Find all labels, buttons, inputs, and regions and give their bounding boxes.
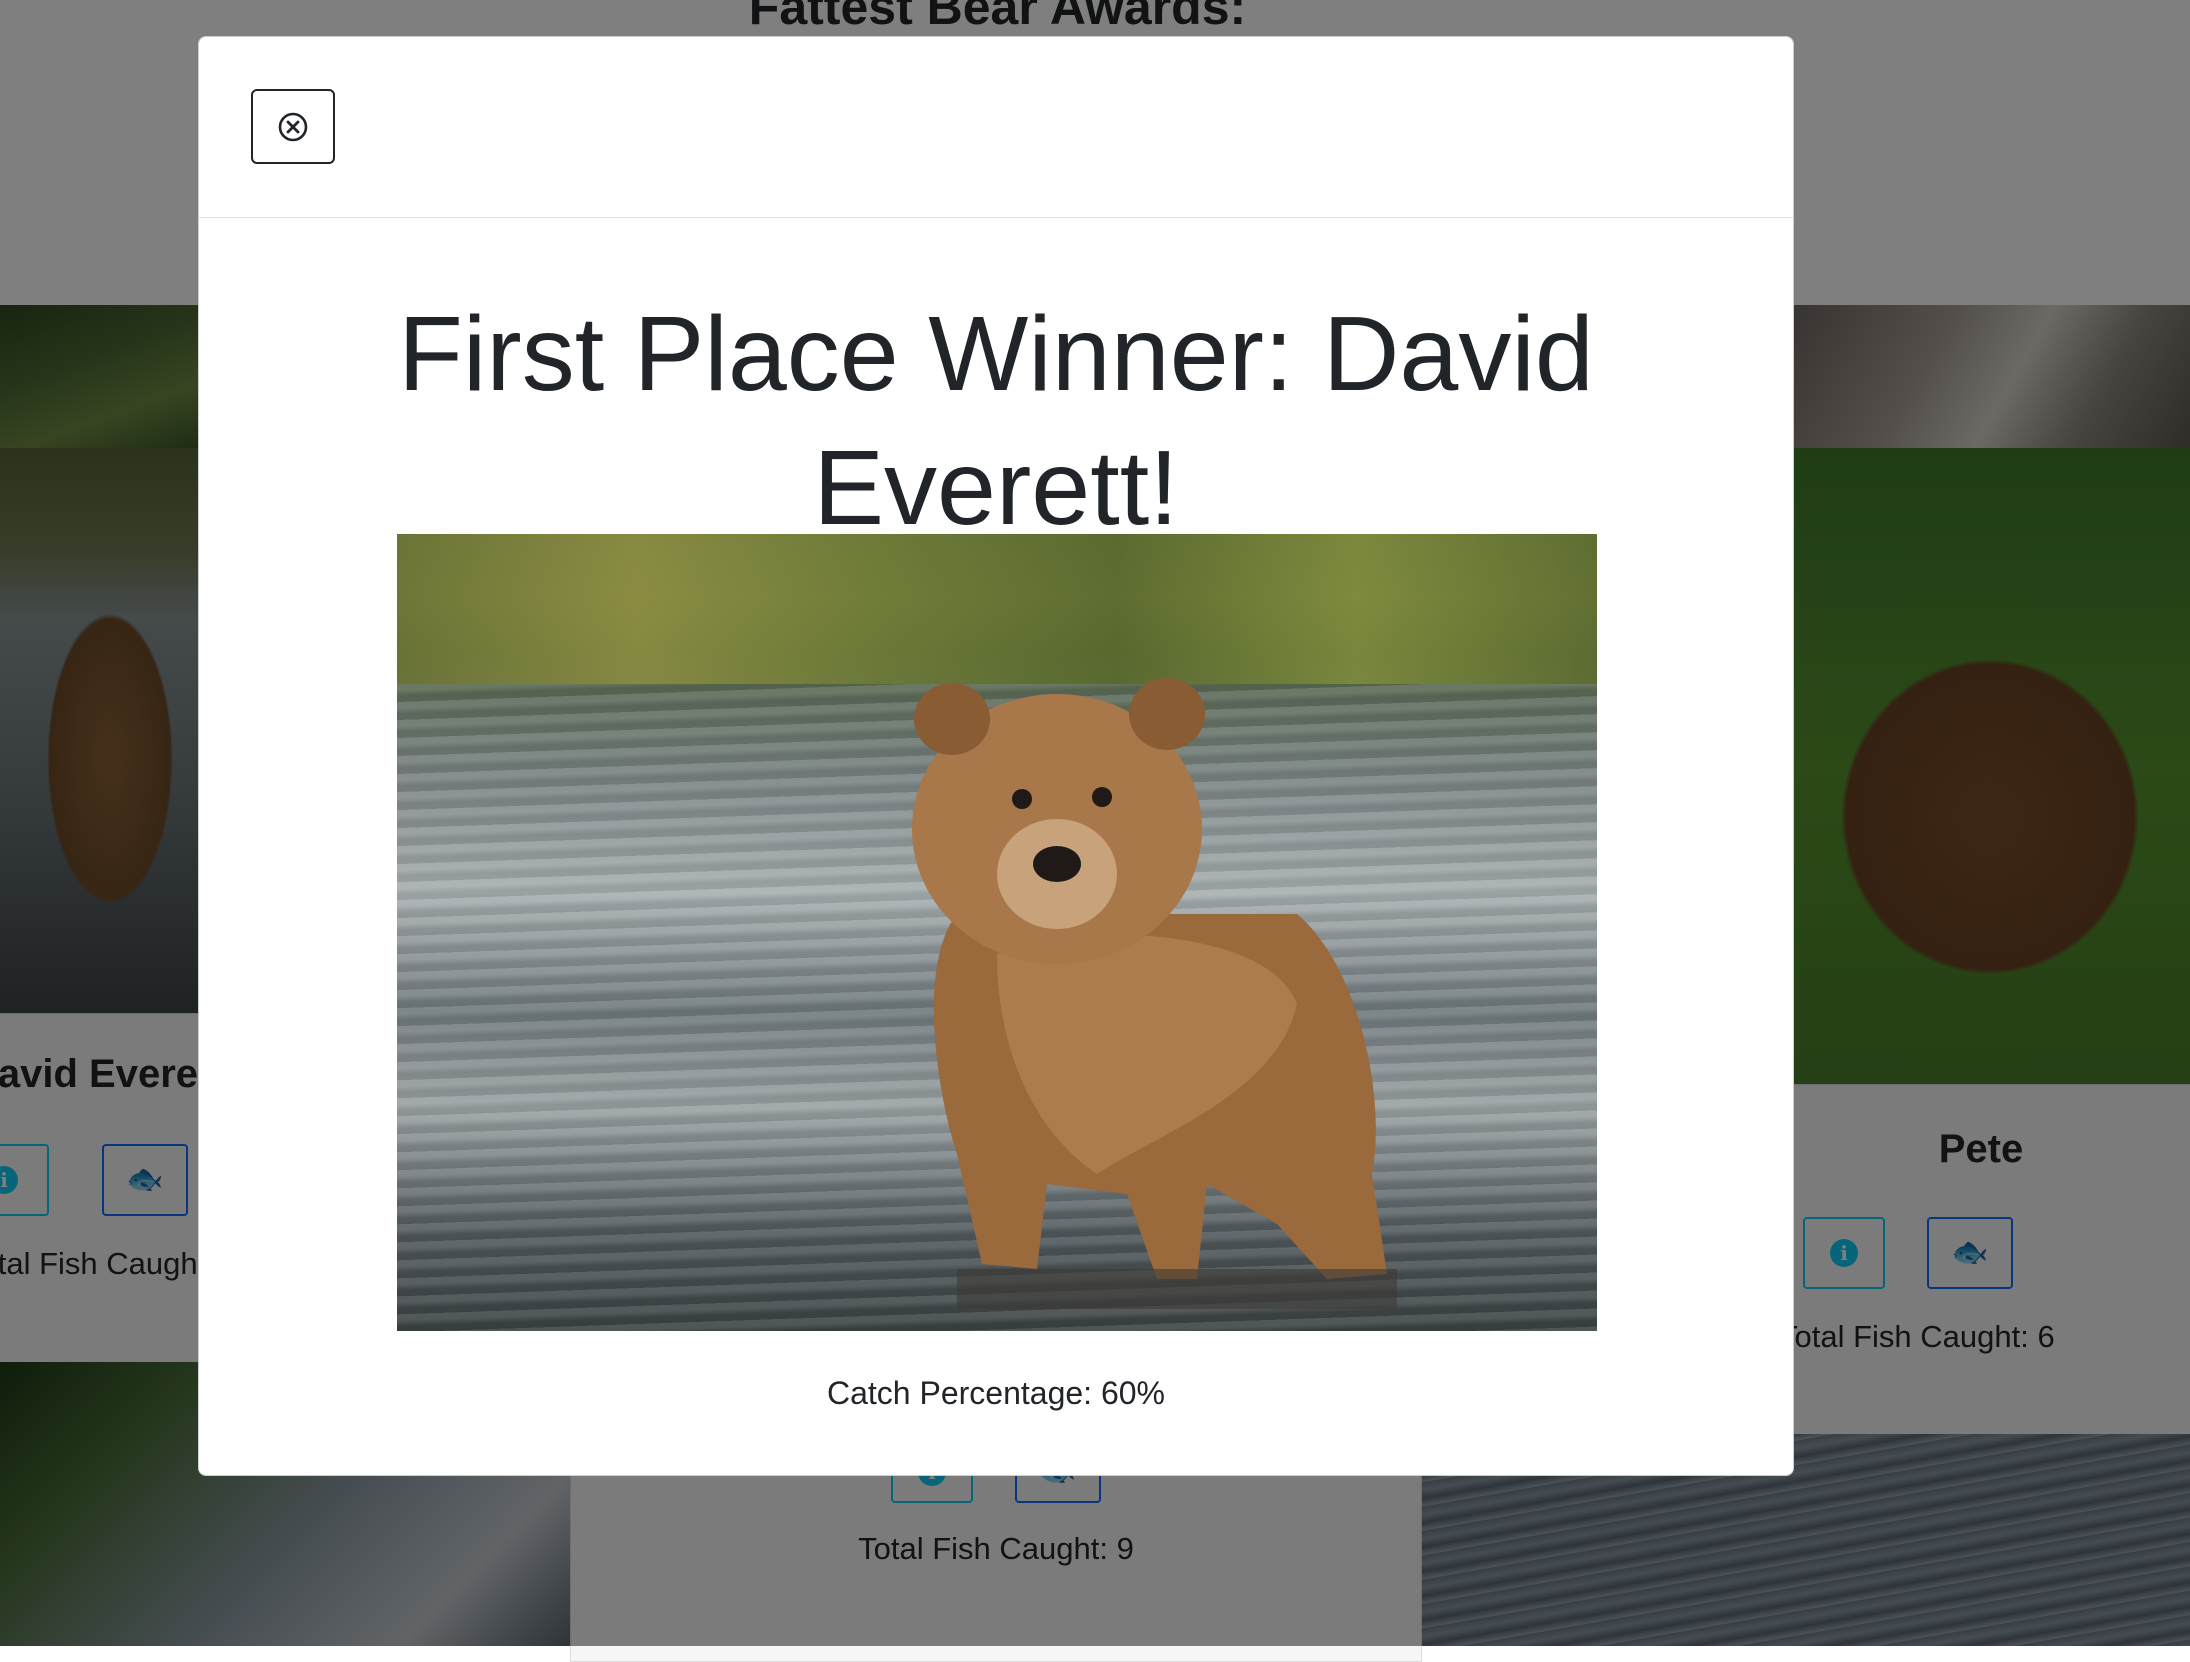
- modal-title: First Place Winner: David Everett!: [398, 295, 1594, 547]
- close-circle-icon: [278, 112, 308, 141]
- catch-percentage: Catch Percentage: 60%: [827, 1375, 1165, 1411]
- winner-bear-photo: [397, 534, 1597, 1331]
- close-button[interactable]: [251, 89, 335, 164]
- winner-modal: First Place Winner: David Everett! Catch…: [198, 36, 1794, 1476]
- modal-header: [199, 37, 1793, 218]
- bear-illustration: [912, 678, 1397, 1309]
